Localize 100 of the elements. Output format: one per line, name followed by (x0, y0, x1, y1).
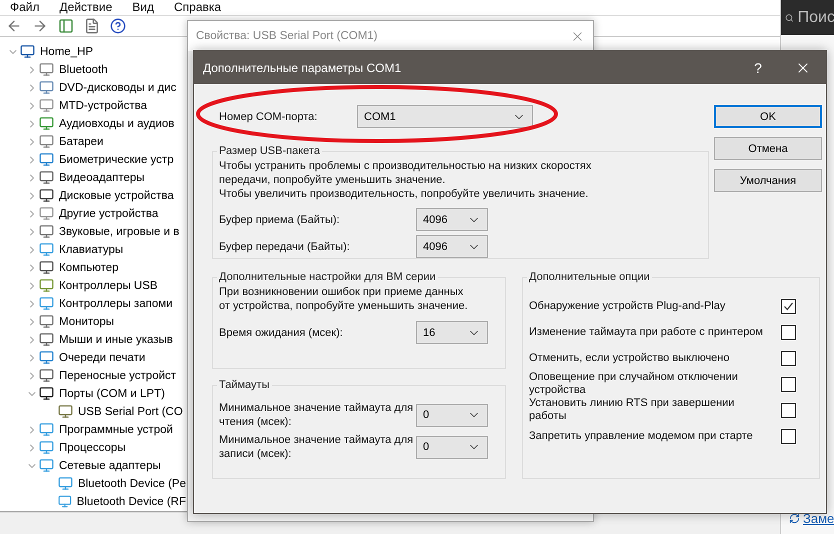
tree-item[interactable]: Другие устройства (59, 208, 158, 220)
checkbox[interactable] (781, 376, 796, 392)
device-icon (39, 170, 54, 186)
help-icon[interactable] (110, 18, 126, 34)
option-label: Изменение таймаута при работе с принтером (529, 326, 764, 338)
device-icon (39, 224, 54, 240)
device-icon (39, 62, 54, 78)
tree-item[interactable]: Bluetooth (59, 64, 108, 76)
option-label: Запретить управление модемом при старте (529, 430, 754, 442)
device-icon (39, 80, 54, 96)
forward-icon[interactable] (32, 18, 48, 34)
option-label: Оповещение при случайном отключении устройства (529, 371, 739, 397)
device-icon (39, 134, 54, 150)
document-icon[interactable] (84, 18, 100, 34)
device-icon (58, 494, 72, 510)
tree-item[interactable]: Звуковые, игровые и в (59, 226, 180, 238)
field-label: Минимальное значение таймаута для чтения (мсек): (219, 401, 414, 429)
menu-item[interactable]: Вид (132, 0, 154, 15)
checkbox[interactable] (781, 324, 796, 340)
checkmark-icon (783, 300, 794, 312)
checkbox[interactable] (781, 428, 796, 444)
device-icon (39, 314, 54, 330)
device-icon (39, 386, 54, 402)
tree-item[interactable]: Порты (COM и LPT) (59, 388, 165, 400)
tree-item[interactable]: Сетевые адаптеры (59, 460, 161, 472)
checkbox[interactable] (781, 298, 796, 314)
refresh-icon (789, 513, 800, 524)
tree-item[interactable]: MTD-устройства (59, 100, 147, 112)
dropdown[interactable]: COM1 (357, 105, 533, 128)
tree-item[interactable]: Очереди печати (59, 352, 146, 364)
dropdown[interactable]: 4096 (416, 235, 488, 258)
tree-item[interactable]: Мыши и иные указыв (59, 334, 173, 346)
tree-item[interactable]: USB Serial Port (CO (78, 406, 183, 418)
description-text: При возникновении ошибок при приеме данных от устройства, попробуйте уменьшить значение. (219, 285, 469, 313)
dropdown[interactable]: 4096 (416, 208, 488, 231)
field-label: Буфер передачи (Байты): (219, 240, 351, 254)
tree-item[interactable]: Контроллеры запоми (59, 298, 173, 310)
device-icon (20, 44, 35, 60)
menu-item[interactable]: Справка (174, 0, 222, 15)
group-title: Таймауты (218, 379, 270, 391)
device-icon (58, 404, 73, 420)
option-label: Отменить, если устройство выключено (529, 352, 730, 364)
dialog-title: Дополнительные параметры COM1 (203, 60, 402, 74)
checkbox[interactable] (781, 402, 796, 418)
tree-item[interactable]: Компьютер (59, 262, 119, 274)
device-icon (39, 440, 54, 456)
dropdown[interactable]: 0 (416, 436, 488, 458)
field-label: Время ожидания (мсек): (219, 326, 344, 340)
dialog-button[interactable]: Отмена (714, 137, 822, 160)
menu-item[interactable]: Действие (60, 0, 112, 15)
window-title: Свойства: USB Serial Port (COM1) (196, 30, 378, 42)
group-title: Дополнительные настройки для ВМ серии (218, 271, 437, 283)
option-label: Обнаружение устройств Plug-and-Play (529, 300, 726, 312)
field-label: Буфер приема (Байты): (219, 212, 341, 226)
device-icon (39, 350, 54, 366)
panel-icon[interactable] (58, 18, 74, 34)
tree-item[interactable]: Bluetooth Device (RF (76, 496, 186, 508)
tree-item[interactable]: Батареи (59, 136, 104, 148)
checkbox[interactable] (781, 350, 796, 366)
tree-item[interactable]: Переносные устройст (59, 370, 176, 382)
device-icon (39, 242, 54, 258)
field-label: Минимальное значение таймаута для записи (мсек): (219, 433, 414, 461)
device-icon (39, 278, 54, 294)
dropdown[interactable]: 0 (416, 404, 488, 426)
group-title: Размер USB-пакета (218, 145, 321, 157)
device-icon (39, 188, 54, 204)
device-icon (39, 152, 54, 168)
device-icon (39, 422, 54, 438)
back-icon[interactable] (6, 18, 22, 34)
device-icon (39, 116, 54, 132)
dialog-button[interactable]: OK (714, 105, 822, 128)
help-button[interactable]: ? (736, 51, 780, 84)
tree-item[interactable]: Клавиатуры (59, 244, 124, 256)
tree-item[interactable]: Программные устрой (59, 424, 173, 436)
device-icon (39, 98, 54, 114)
tree-item[interactable]: Контроллеры USB (59, 280, 158, 292)
device-icon (39, 332, 54, 348)
tree-item[interactable]: Мониторы (59, 316, 114, 328)
option-label: Установить линию RTS при завершении работы (529, 397, 736, 423)
tree-item[interactable]: Биометрические устр (59, 154, 174, 166)
device-icon (39, 260, 54, 276)
field-label: Номер COM-порта: (219, 110, 318, 124)
description-text: Чтобы увеличить производительность, попробуйте увеличить значение. (219, 187, 590, 201)
device-icon (39, 368, 54, 384)
device-icon (58, 476, 73, 492)
dropdown[interactable]: 16 (416, 321, 488, 344)
link[interactable]: Заме (789, 511, 834, 526)
tree-item[interactable]: Процессоры (59, 442, 126, 454)
dialog-button[interactable]: Умолчания (714, 169, 822, 192)
device-icon (39, 206, 54, 222)
menu-item[interactable]: Файл (10, 0, 40, 15)
tree-item[interactable]: Дисковые устройства (59, 190, 174, 202)
device-icon (39, 458, 54, 474)
tree-item[interactable]: DVD-дисководы и дис (59, 82, 176, 94)
tree-item[interactable]: Home_HP (40, 46, 94, 58)
tree-item[interactable]: Видеоадаптеры (59, 172, 145, 184)
tree-item[interactable]: Аудиовходы и аудиов (59, 118, 174, 130)
group-title: Дополнительные опции (528, 271, 651, 283)
tree-item[interactable]: Bluetooth Device (Pe (78, 478, 186, 490)
description-text: Чтобы устранить проблемы с производительностью на низких скоростях передачи, попробуйте уменьшить значение. (219, 159, 592, 187)
